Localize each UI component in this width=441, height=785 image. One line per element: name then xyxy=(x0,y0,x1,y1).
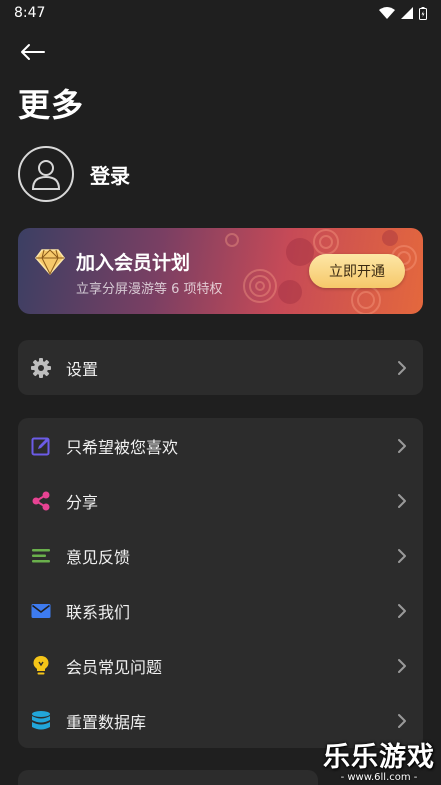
menu-item-label: 分享 xyxy=(66,492,99,512)
mail-icon xyxy=(30,600,52,622)
signal-icon xyxy=(401,7,413,19)
menu-item-label: 意见反馈 xyxy=(66,547,131,567)
edit-icon xyxy=(30,435,52,457)
watermark-title: 乐乐游戏 xyxy=(323,742,435,773)
share-icon xyxy=(30,490,52,512)
watermark: 乐乐游戏 - www.6ll.com - xyxy=(321,735,437,783)
vip-subscribe-button[interactable]: 立即开通 xyxy=(309,254,405,288)
menu-item-share[interactable]: 分享 xyxy=(18,473,423,528)
feedback-lines-icon xyxy=(30,545,52,567)
next-card-partial xyxy=(18,770,318,785)
chevron-right-icon xyxy=(395,602,409,620)
menu-item-contact[interactable]: 联系我们 xyxy=(18,583,423,638)
menu-item-feedback[interactable]: 意见反馈 xyxy=(18,528,423,583)
menu-card: 只希望被您喜欢 分享 意见反馈 联系我们 会员常见问题 重置数据库 xyxy=(18,418,423,748)
menu-item-like[interactable]: 只希望被您喜欢 xyxy=(18,418,423,473)
lightbulb-icon xyxy=(30,655,52,677)
user-icon xyxy=(31,160,61,190)
vip-title: 加入会员计划 xyxy=(76,252,191,274)
chevron-right-icon xyxy=(395,359,409,377)
status-time: 8:47 xyxy=(14,5,46,21)
menu-item-label: 重置数据库 xyxy=(66,712,147,732)
chevron-right-icon xyxy=(395,492,409,510)
chevron-right-icon xyxy=(395,437,409,455)
diamond-icon xyxy=(35,249,65,276)
menu-item-label: 会员常见问题 xyxy=(66,657,163,677)
settings-card: 设置 xyxy=(18,340,423,395)
wifi-icon xyxy=(379,7,395,19)
back-button[interactable] xyxy=(14,38,50,66)
profile-login[interactable]: 登录 xyxy=(18,146,130,202)
chevron-right-icon xyxy=(395,712,409,730)
chevron-right-icon xyxy=(395,657,409,675)
database-icon xyxy=(30,710,52,732)
gear-icon xyxy=(30,357,52,379)
battery-icon xyxy=(419,6,427,20)
vip-banner[interactable]: 加入会员计划 立享分屏漫游等 6 项特权 立即开通 xyxy=(18,228,423,314)
login-label[interactable]: 登录 xyxy=(90,160,130,189)
chevron-right-icon xyxy=(395,547,409,565)
status-bar: 8:47 xyxy=(0,0,441,26)
menu-item-label: 只希望被您喜欢 xyxy=(66,437,179,457)
page-title: 更多 xyxy=(18,86,85,124)
menu-item-vip-faq[interactable]: 会员常见问题 xyxy=(18,638,423,693)
settings-label: 设置 xyxy=(66,359,99,379)
settings-row[interactable]: 设置 xyxy=(18,340,423,395)
avatar[interactable] xyxy=(18,146,74,202)
vip-subtitle: 立享分屏漫游等 6 项特权 xyxy=(76,282,223,297)
arrow-left-icon xyxy=(21,44,45,60)
status-icons xyxy=(379,6,427,20)
menu-item-label: 联系我们 xyxy=(66,602,131,622)
